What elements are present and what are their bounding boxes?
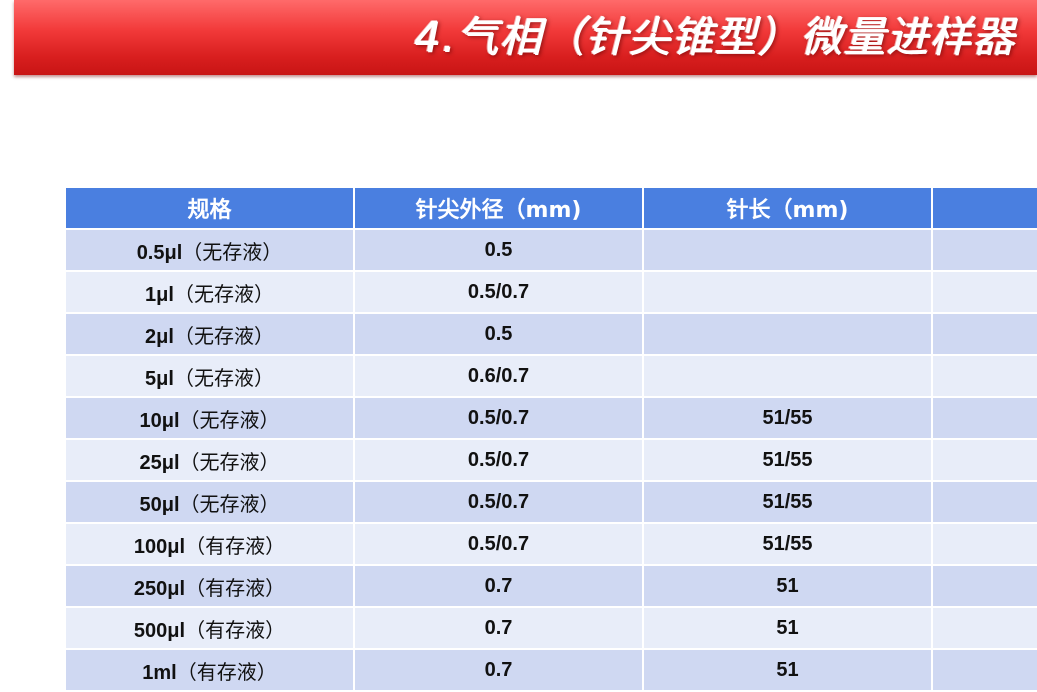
- storage-note: （无存液）: [179, 491, 280, 516]
- table-row: 5μl（无存液） 0.6/0.7: [66, 355, 1037, 398]
- extra-cell: [932, 355, 1037, 398]
- needle-length-cell: 51: [643, 565, 933, 608]
- capacity-value: 100μl: [133, 535, 186, 558]
- needle-length-cell: [643, 271, 933, 314]
- extra-cell: [932, 439, 1037, 482]
- header-extra: [932, 188, 1037, 230]
- spec-cell: 1ml（有存液）: [66, 649, 355, 692]
- table-header-row: 规格 针尖外径（mm) 针长（mm): [66, 188, 1037, 230]
- tip-od-cell: 0.5/0.7: [354, 439, 644, 482]
- capacity-value: 50μl: [139, 493, 180, 516]
- table-row: 2μl（无存液） 0.5: [66, 313, 1037, 356]
- spec-cell: 50μl（无存液）: [66, 481, 355, 524]
- needle-length-cell: 51/55: [643, 481, 933, 524]
- tip-od-cell: 0.7: [354, 565, 644, 608]
- tip-od-cell: 0.7: [354, 607, 644, 650]
- needle-length-cell: 51/55: [643, 397, 933, 440]
- spec-cell: 2μl（无存液）: [66, 313, 355, 356]
- capacity-value: 0.5μl: [136, 241, 183, 264]
- extra-cell: [932, 649, 1037, 692]
- spec-cell: 1μl（无存液）: [66, 271, 355, 314]
- storage-note: （有存液）: [185, 575, 286, 600]
- extra-cell: [932, 565, 1037, 608]
- table-row: 25μl（无存液） 0.5/0.7 51/55: [66, 439, 1037, 482]
- spec-cell: 25μl（无存液）: [66, 439, 355, 482]
- capacity-value: 500μl: [133, 619, 186, 642]
- table-row: 500μl（有存液） 0.7 51: [66, 607, 1037, 650]
- header-needle-length: 针长（mm): [643, 188, 933, 230]
- table-row: 1ml（有存液） 0.7 51: [66, 649, 1037, 692]
- tip-od-cell: 0.5: [354, 313, 644, 356]
- capacity-value: 25μl: [139, 451, 180, 474]
- storage-note: （无存液）: [182, 239, 283, 264]
- capacity-value: 5μl: [145, 367, 174, 390]
- syringe-spec-table: 规格 针尖外径（mm) 针长（mm) 0.5μl（无存液） 0.5 1μl（无存液）…: [66, 188, 1037, 692]
- storage-note: （无存液）: [173, 281, 274, 306]
- title-bar: 4.气相（针尖锥型）微量进样器: [14, 0, 1037, 75]
- storage-note: （有存液）: [176, 659, 277, 684]
- tip-od-cell: 0.5/0.7: [354, 523, 644, 566]
- extra-cell: [932, 229, 1037, 272]
- capacity-value: 250μl: [133, 577, 186, 600]
- tip-od-cell: 0.6/0.7: [354, 355, 644, 398]
- needle-length-cell: [643, 355, 933, 398]
- tip-od-cell: 0.5/0.7: [354, 481, 644, 524]
- tip-od-cell: 0.5/0.7: [354, 397, 644, 440]
- capacity-value: 10μl: [139, 409, 180, 432]
- header-spec: 规格: [66, 188, 355, 230]
- table-row: 50μl（无存液） 0.5/0.7 51/55: [66, 481, 1037, 524]
- storage-note: （无存液）: [179, 407, 280, 432]
- needle-length-cell: 51: [643, 607, 933, 650]
- storage-note: （无存液）: [173, 365, 274, 390]
- storage-note: （有存液）: [185, 617, 286, 642]
- extra-cell: [932, 271, 1037, 314]
- storage-note: （无存液）: [179, 449, 280, 474]
- table-row: 100μl（有存液） 0.5/0.7 51/55: [66, 523, 1037, 566]
- table-body: 0.5μl（无存液） 0.5 1μl（无存液） 0.5/0.7 2μl（无存液） 0.5 5…: [66, 229, 1037, 692]
- tip-od-cell: 0.5/0.7: [354, 271, 644, 314]
- spec-cell: 10μl（无存液）: [66, 397, 355, 440]
- tip-od-cell: 0.7: [354, 649, 644, 692]
- spec-cell: 250μl（有存液）: [66, 565, 355, 608]
- capacity-value: 1ml: [142, 661, 177, 684]
- slide-title: 4.气相（针尖锥型）微量进样器: [413, 12, 1015, 61]
- extra-cell: [932, 481, 1037, 524]
- spec-cell: 500μl（有存液）: [66, 607, 355, 650]
- table-row: 0.5μl（无存液） 0.5: [66, 229, 1037, 272]
- needle-length-cell: [643, 229, 933, 272]
- needle-length-cell: 51: [643, 649, 933, 692]
- storage-note: （无存液）: [173, 323, 274, 348]
- table-row: 250μl（有存液） 0.7 51: [66, 565, 1037, 608]
- capacity-value: 2μl: [145, 325, 174, 348]
- header-tip-od: 针尖外径（mm): [354, 188, 644, 230]
- needle-length-cell: [643, 313, 933, 356]
- extra-cell: [932, 313, 1037, 356]
- capacity-value: 1μl: [145, 283, 174, 306]
- extra-cell: [932, 607, 1037, 650]
- tip-od-cell: 0.5: [354, 229, 644, 272]
- extra-cell: [932, 397, 1037, 440]
- spec-cell: 0.5μl（无存液）: [66, 229, 355, 272]
- spec-cell: 100μl（有存液）: [66, 523, 355, 566]
- extra-cell: [932, 523, 1037, 566]
- table-row: 10μl（无存液） 0.5/0.7 51/55: [66, 397, 1037, 440]
- needle-length-cell: 51/55: [643, 439, 933, 482]
- storage-note: （有存液）: [185, 533, 286, 558]
- table-row: 1μl（无存液） 0.5/0.7: [66, 271, 1037, 314]
- needle-length-cell: 51/55: [643, 523, 933, 566]
- spec-cell: 5μl（无存液）: [66, 355, 355, 398]
